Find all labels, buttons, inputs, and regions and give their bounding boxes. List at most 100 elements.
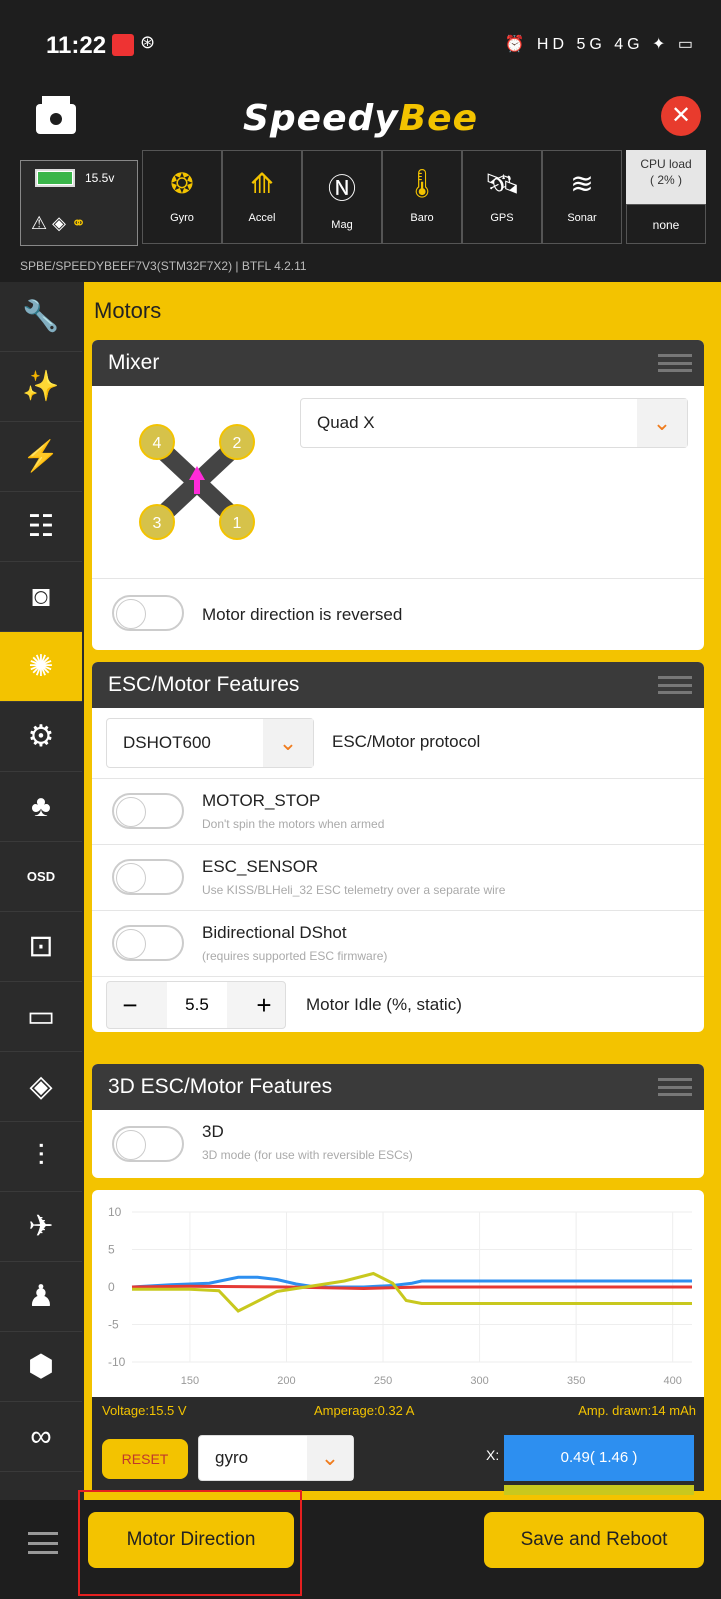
logo-text-prefix: Speedy xyxy=(242,98,399,139)
logo-text-suffix: Bee xyxy=(398,98,479,139)
cube-icon[interactable]: ⬢ xyxy=(0,1332,82,1402)
disconnect-button[interactable]: ✕ xyxy=(661,96,701,136)
x-tick-label: 300 xyxy=(470,1375,488,1387)
sensor-source-value: gyro xyxy=(215,1448,249,1467)
page-title: Motors xyxy=(94,298,162,323)
motors-page: Motors Mixer 4 2 3 1 Quad X ⌄ Motor dire… xyxy=(84,282,721,1599)
motor-label-3: 3 xyxy=(153,515,162,532)
motor-idle-row: − 5.5 + Motor Idle (%, static) xyxy=(92,976,704,1032)
cpu-none: none xyxy=(626,204,706,244)
esc-sensor-desc: Use KISS/BLHeli_32 ESC telemetry over a … xyxy=(202,883,506,897)
gps-icon: 🛰 xyxy=(484,168,520,199)
sensor-source-select[interactable]: gyro ⌄ xyxy=(198,1435,354,1481)
app-icon: ⊛ xyxy=(140,32,156,52)
failsafe-icon[interactable]: ◈ xyxy=(0,1052,82,1122)
mixer-select[interactable]: Quad X ⌄ xyxy=(300,398,688,448)
y-tick-label: 0 xyxy=(108,1280,115,1294)
sensor-sonar: ≋ Sonar xyxy=(542,150,622,244)
led-icon[interactable]: ♟ xyxy=(0,1262,82,1332)
x-tick-label: 350 xyxy=(567,1375,585,1387)
tree-icon[interactable]: ♣ xyxy=(0,772,82,842)
system-icons: ⏰ HD 5G 4G ✦ ▭ xyxy=(504,36,697,53)
esc3d-toggle[interactable] xyxy=(112,1126,184,1162)
osd-icon[interactable]: OSD xyxy=(0,842,82,912)
save-and-reboot-button[interactable]: Save and Reboot xyxy=(484,1512,704,1568)
esc-sensor-row: ESC_SENSOR Use KISS/BLHeli_32 ESC teleme… xyxy=(92,844,704,910)
esc3d-card: 3D ESC/Motor Features 3D 3D mode (for us… xyxy=(92,1064,704,1178)
wrench-icon[interactable]: 🔧 xyxy=(0,282,82,352)
mixer-header: Mixer xyxy=(92,340,704,386)
esc-sensor-title: ESC_SENSOR xyxy=(202,857,319,876)
sensor-baro: 🌡 Baro xyxy=(382,150,462,244)
battery-icon xyxy=(35,169,75,187)
gear-icon[interactable]: ⚙ xyxy=(0,702,82,772)
motor-direction-toggle[interactable] xyxy=(112,595,184,631)
esc-sensor-toggle[interactable] xyxy=(112,859,184,895)
cpu-title: CPU load xyxy=(640,157,692,171)
motor-direction-row: Motor direction is reversed xyxy=(92,578,704,650)
link-icon[interactable]: ∞ xyxy=(0,1402,82,1472)
hamburger-icon[interactable] xyxy=(658,354,692,372)
motor-idle-input[interactable]: 5.5 xyxy=(167,982,227,1028)
gps-nav-icon[interactable]: ✈ xyxy=(0,1192,82,1262)
series-line-1 xyxy=(131,1284,692,1291)
cpu-load-panel: CPU load ( 2% ) none xyxy=(626,150,706,244)
sensor-accel: ⟰ Accel xyxy=(222,150,302,244)
protocol-select[interactable]: DSHOT600 ⌄ xyxy=(106,718,314,768)
chevron-down-icon: ⌄ xyxy=(637,399,687,447)
hamburger-icon[interactable] xyxy=(658,676,692,694)
axis-row: RESET gyro ⌄ X: 0.49( 1.46 ) xyxy=(92,1425,704,1495)
x-tick-label: 400 xyxy=(664,1375,682,1387)
motor-stop-toggle[interactable] xyxy=(112,793,184,829)
mixer-selected: Quad X xyxy=(317,413,375,432)
cpu-value: ( 2% ) xyxy=(649,173,682,187)
sensor-gyro: ❂ Gyro xyxy=(142,150,222,244)
telemetry-bar: Voltage:15.5 V Amperage:0.32 A Amp. draw… xyxy=(92,1397,704,1425)
sensor-label: Gyro xyxy=(170,212,194,224)
y-tick-label: -10 xyxy=(108,1355,126,1369)
reset-button[interactable]: RESET xyxy=(102,1439,188,1479)
speedybee-logo: SpeedyBee xyxy=(0,98,721,139)
telemetry-voltage: Voltage:15.5 V xyxy=(102,1403,187,1418)
esc3d-header: 3D ESC/Motor Features xyxy=(92,1064,704,1110)
axis-x-label: X: xyxy=(486,1447,500,1463)
motor-stop-row: MOTOR_STOP Don't spin the motors when ar… xyxy=(92,778,704,844)
plus-button[interactable]: + xyxy=(241,982,287,1028)
motors-icon[interactable]: ✺ xyxy=(0,632,82,702)
configuration-icon[interactable]: ☷ xyxy=(0,492,82,562)
wizard-icon[interactable]: ✨ xyxy=(0,352,82,422)
esc3d-title: 3D ESC/Motor Features xyxy=(108,1075,333,1098)
bidir-dshot-row: Bidirectional DShot (requires supported … xyxy=(92,910,704,976)
status-bar: 11:22 ⊛ ⏰ HD 5G 4G ✦ ▭ xyxy=(0,0,721,84)
motor-stop-desc: Don't spin the motors when armed xyxy=(202,817,385,831)
ports-icon[interactable]: ⚡ xyxy=(0,422,82,492)
protocol-label: ESC/Motor protocol xyxy=(332,732,481,751)
chevron-down-icon: ⌄ xyxy=(307,1436,353,1480)
mixer-title: Mixer xyxy=(108,351,160,374)
hamburger-icon[interactable] xyxy=(658,1078,692,1096)
tuning-icon[interactable]: ⫶ xyxy=(0,1122,82,1192)
bidir-dshot-toggle[interactable] xyxy=(112,925,184,961)
battery-panel: 15.5v ⚠ ◈ ⚭ xyxy=(20,160,138,246)
mixer-card: Mixer 4 2 3 1 Quad X ⌄ Motor direction is… xyxy=(92,340,704,650)
menu-icon[interactable] xyxy=(28,1532,58,1554)
notification-icon xyxy=(112,34,134,56)
battery-nav-icon[interactable]: ▭ xyxy=(0,982,82,1052)
sensor-label: Sonar xyxy=(567,212,597,224)
sidebar-nav: 🔧 ✨ ⚡ ☷ ◙ ✺ ⚙ ♣ OSD ⊡ ▭ ◈ ⫶ ✈ ♟ ⬢ ∞ xyxy=(0,282,84,1599)
receiver-icon[interactable]: ◙ xyxy=(0,562,82,632)
minus-button[interactable]: − xyxy=(107,982,153,1028)
esc3d-label: 3D xyxy=(202,1122,224,1141)
sonar-icon: ≋ xyxy=(570,168,594,199)
bidir-dshot-desc: (requires supported ESC firmware) xyxy=(202,949,388,963)
protocol-value: DSHOT600 xyxy=(123,733,211,752)
sensor-label: Mag xyxy=(331,219,353,231)
transmitter-icon[interactable]: ⊡ xyxy=(0,912,82,982)
accel-icon: ⟰ xyxy=(250,168,274,199)
sensor-mag: Ⓝ Mag xyxy=(302,150,382,244)
motor-stop-title: MOTOR_STOP xyxy=(202,791,321,810)
battery-voltage: 15.5v xyxy=(85,171,115,185)
y-tick-label: 5 xyxy=(108,1243,115,1257)
esc3d-desc: 3D mode (for use with reversible ESCs) xyxy=(202,1148,413,1162)
baro-icon: 🌡 xyxy=(404,168,440,199)
